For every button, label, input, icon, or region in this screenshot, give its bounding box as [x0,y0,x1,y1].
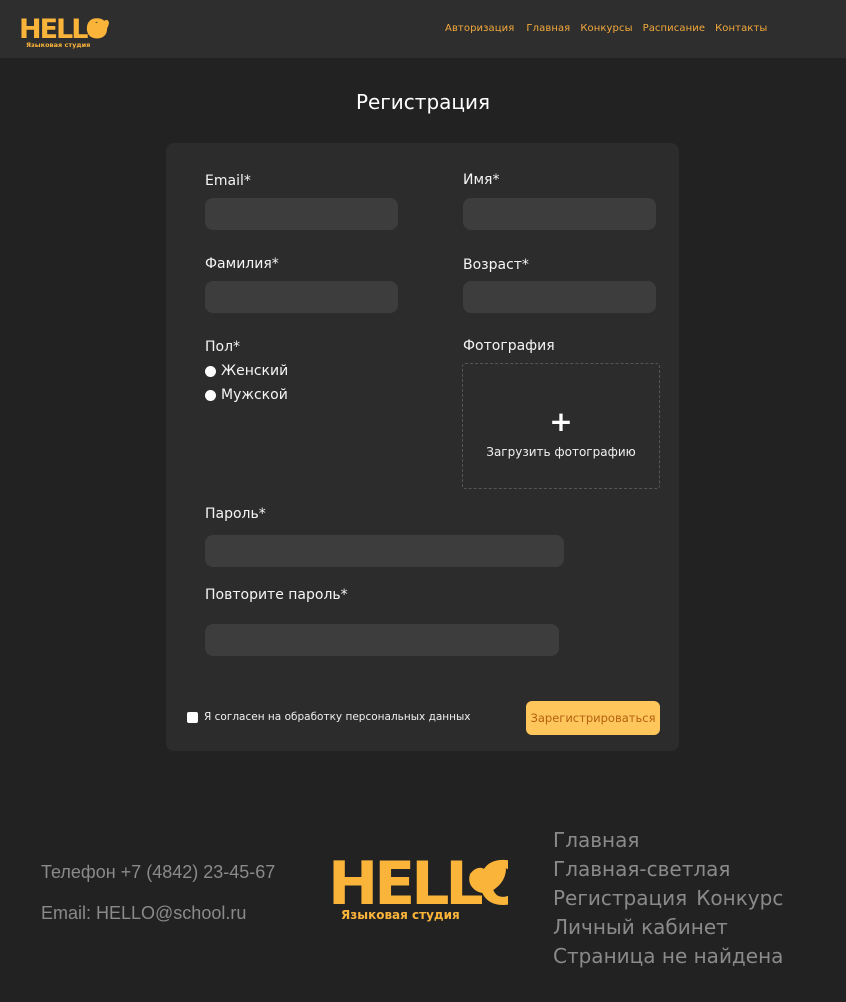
email-label: Email* [205,173,251,189]
password-repeat-label: Повторите пароль* [205,587,348,603]
gender-option-male[interactable]: Мужской [205,387,288,403]
photo-upload-text: Загрузить фотографию [486,445,636,459]
consent-label: Я согласен на обработку персональных дан… [204,711,471,723]
registration-form: Email* Имя* Фамилия* Возраст* Пол* Женск… [166,143,679,751]
register-button[interactable]: Зарегистрироваться [526,701,660,735]
main-nav: Авторизация Главная Конкурсы Расписание … [445,23,777,34]
plus-icon: + [549,405,573,438]
footer-link-registration[interactable]: Регистрация [553,886,687,910]
nav-item-schedule[interactable]: Расписание [643,23,706,34]
footer-link-home-light[interactable]: Главная-светлая [553,855,783,884]
site-logo[interactable]: HELLO Языковая студия [18,10,110,50]
footer-link-pair: Регистрация Конкурс [553,884,783,913]
password-label: Пароль* [205,506,266,522]
radio-button[interactable] [205,365,216,377]
gender-option-label: Женский [221,363,289,379]
name-label: Имя* [463,172,500,188]
nav-item-contacts[interactable]: Контакты [715,23,767,34]
photo-label: Фотография [463,338,555,354]
password-repeat-field[interactable] [205,624,559,656]
footer-email: Email: HELLO@school.ru [41,903,247,923]
photo-upload-dropzone[interactable]: + Загрузить фотографию [462,363,660,489]
footer-nav: Главная Главная-светлая Регистрация Конк… [553,826,783,971]
email-field[interactable] [205,198,398,230]
consent-checkbox[interactable] [187,711,198,723]
age-field[interactable] [463,281,656,313]
footer-phone: Телефон +7 (4842) 23-45-67 [41,862,276,882]
footer-link-home[interactable]: Главная [553,826,783,855]
consent-row: Я согласен на обработку персональных дан… [187,711,471,723]
password-field[interactable] [205,535,564,567]
footer-link-contest[interactable]: Конкурс [696,886,783,910]
logo-subtitle: Языковая студия [341,908,460,922]
nav-item-auth[interactable]: Авторизация [445,23,514,34]
nav-item-contests[interactable]: Конкурсы [580,23,632,34]
surname-field[interactable] [205,281,398,313]
footer-logo[interactable]: HELLO Языковая студия [328,846,508,924]
name-field[interactable] [463,198,656,230]
age-label: Возраст* [463,257,529,273]
footer-link-account[interactable]: Личный кабинет [553,913,783,942]
page-title: Регистрация [355,90,491,114]
gender-label: Пол* [205,339,241,355]
radio-button[interactable] [205,389,216,401]
gender-option-female[interactable]: Женский [205,363,288,379]
surname-label: Фамилия* [205,256,279,272]
site-header: HELLO Языковая студия Авторизация Главна… [0,0,846,58]
logo-subtitle: Языковая студия [26,41,90,49]
gender-option-label: Мужской [221,387,288,403]
footer-link-not-found[interactable]: Страница не найдена [553,942,783,971]
nav-item-home[interactable]: Главная [526,23,570,34]
